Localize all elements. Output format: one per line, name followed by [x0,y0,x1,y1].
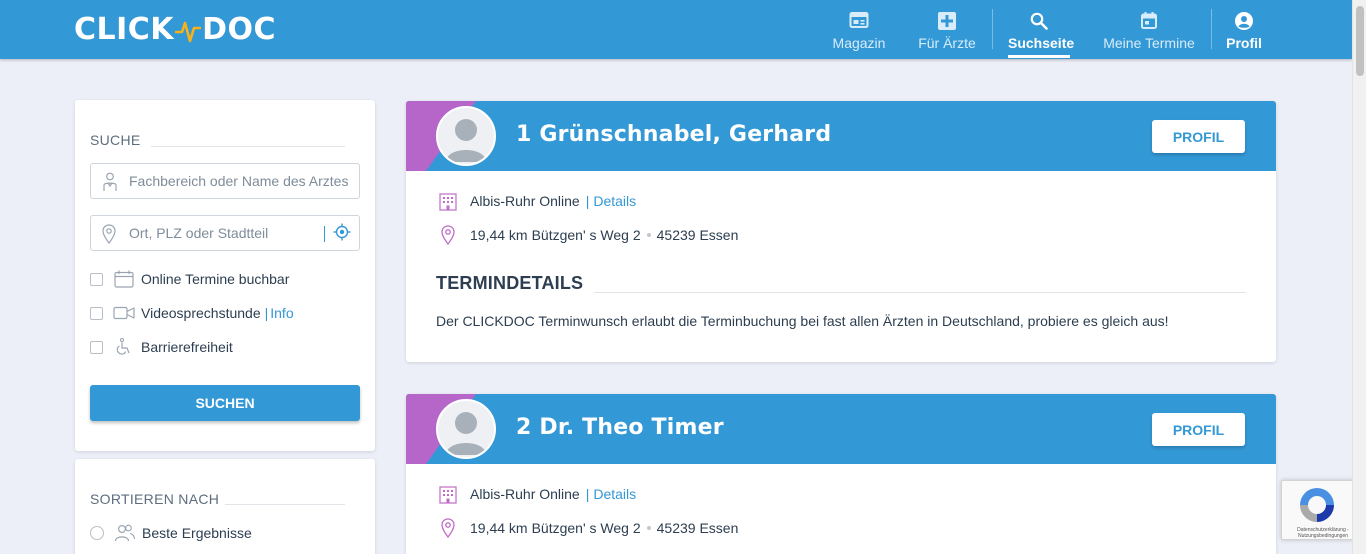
nav-item-fuer-aerzte[interactable]: Für Ärzte [914,0,980,59]
card-header: 2 Dr. Theo Timer PROFIL [406,394,1276,464]
clickdoc-logo[interactable]: CLICK DOC [74,12,276,47]
nav-item-meine-termine[interactable]: Meine Termine [1100,0,1198,59]
doctor-icon [103,172,117,191]
separator-dot [646,233,651,237]
specialty-search-field[interactable] [90,163,360,199]
top-navigation-bar: CLICK DOC Magazin Für Ärzte Suchseite Me… [0,0,1352,59]
recaptcha-logo-icon [1300,488,1334,522]
nav-divider [992,9,993,49]
address-info: 19,44 km Bützgen' s Weg 2 45239 Essen [438,224,738,246]
title-divider [225,504,345,505]
video-consultation-label: Videosprechstunde [141,305,261,321]
filter-accessibility[interactable]: Barrierefreiheit [90,337,233,357]
sort-best-label: Beste Ergebnisse [142,525,252,541]
nav-divider [1211,9,1212,49]
user-placeholder-icon [438,108,494,164]
user-placeholder-icon [438,401,494,457]
doctor-avatar [436,399,496,459]
recaptcha-privacy-text[interactable]: Datenschutzerklärung - Nutzungsbedingung… [1288,527,1358,539]
video-camera-icon [113,306,135,320]
doctor-name[interactable]: 1 Grünschnabel, Gerhard [516,122,831,147]
users-icon [114,524,136,542]
search-panel: SUCHE Fachbereich oder Name des Arztes O… [75,100,375,451]
nav-label: Suchseite [1008,35,1075,51]
sort-panel-title: SORTIEREN NACH [90,491,220,507]
practice-name: Albis-Ruhr Online [470,486,580,502]
nav-label: Für Ärzte [918,35,976,51]
location-input[interactable] [129,216,319,250]
medical-cross-icon [938,12,956,30]
specialty-input[interactable] [129,164,354,198]
filter-video-consultation[interactable]: Videosprechstunde | Info [90,303,294,323]
distance: 19,44 km [470,227,528,243]
active-tab-indicator [1008,55,1070,58]
location-pin-icon [441,518,455,538]
nav-label: Profil [1226,35,1262,51]
practice-name: Albis-Ruhr Online [470,193,580,209]
sort-best-radio[interactable] [90,526,104,540]
user-circle-icon [1235,12,1253,30]
practice-info: Albis-Ruhr Online | Details [438,190,636,212]
practice-info: Albis-Ruhr Online | Details [438,483,636,505]
accessibility-checkbox[interactable] [90,340,103,354]
nav-item-magazin[interactable]: Magazin [828,0,890,59]
appointment-description: Der CLICKDOC Terminwunsch erlaubt die Te… [436,313,1169,329]
details-link[interactable]: Details [593,486,636,502]
card-header: 1 Grünschnabel, Gerhard PROFIL [406,101,1276,171]
street: Bützgen' s Weg 2 [531,227,641,243]
calendar-outline-icon [114,270,134,288]
page-scrollbar[interactable] [1352,0,1366,554]
section-divider [594,292,1246,293]
separator-dot [646,526,651,530]
doctor-result-card: 2 Dr. Theo Timer PROFIL Albis-Ruhr Onlin… [406,394,1276,554]
street: Bützgen' s Weg 2 [531,520,641,536]
address-info: 19,44 km Bützgen' s Weg 2 45239 Essen [438,517,738,539]
title-divider [151,146,345,147]
profile-button[interactable]: PROFIL [1152,413,1245,446]
city: 45239 Essen [656,520,739,536]
location-pin-icon [102,224,116,244]
building-icon [439,193,457,211]
search-panel-title: SUCHE [90,132,141,148]
doctor-result-card: 1 Grünschnabel, Gerhard PROFIL Albis-Ruh… [406,101,1276,362]
search-icon [1030,12,1048,30]
online-booking-checkbox[interactable] [90,272,103,286]
details-link[interactable]: Details [593,193,636,209]
nav-item-profil[interactable]: Profil [1222,0,1266,59]
location-search-field[interactable] [90,215,360,251]
wheelchair-icon [116,338,130,355]
online-booking-label: Online Termine buchbar [141,271,290,287]
building-icon [439,486,457,504]
nav-label: Magazin [832,35,886,51]
appointment-details-title: TERMINDETAILS [436,273,584,293]
locate-me-icon[interactable] [333,223,351,241]
filter-online-booking[interactable]: Online Termine buchbar [90,269,289,289]
nav-label: Meine Termine [1103,35,1195,51]
sort-panel: SORTIEREN NACH Beste Ergebnisse [75,459,375,554]
search-button[interactable]: SUCHEN [90,385,360,421]
profile-button[interactable]: PROFIL [1152,120,1245,153]
calendar-icon [1141,12,1157,29]
nav-item-suchseite[interactable]: Suchseite [1008,0,1075,59]
location-pin-icon [441,225,455,245]
distance: 19,44 km [470,520,528,536]
logo-text-left: CLICK [74,12,175,47]
accessibility-label: Barrierefreiheit [141,339,233,355]
video-consultation-checkbox[interactable] [90,306,103,320]
newspaper-icon [849,12,869,28]
logo-pulse-icon [175,21,202,42]
scrollbar-thumb[interactable] [1356,6,1364,76]
field-divider [324,226,325,242]
video-info-link[interactable]: Info [270,305,293,321]
logo-text-right: DOC [202,12,276,47]
sort-option-best[interactable]: Beste Ergebnisse [90,523,252,543]
doctor-avatar [436,106,496,166]
doctor-name[interactable]: 2 Dr. Theo Timer [516,415,724,440]
city: 45239 Essen [656,227,739,243]
